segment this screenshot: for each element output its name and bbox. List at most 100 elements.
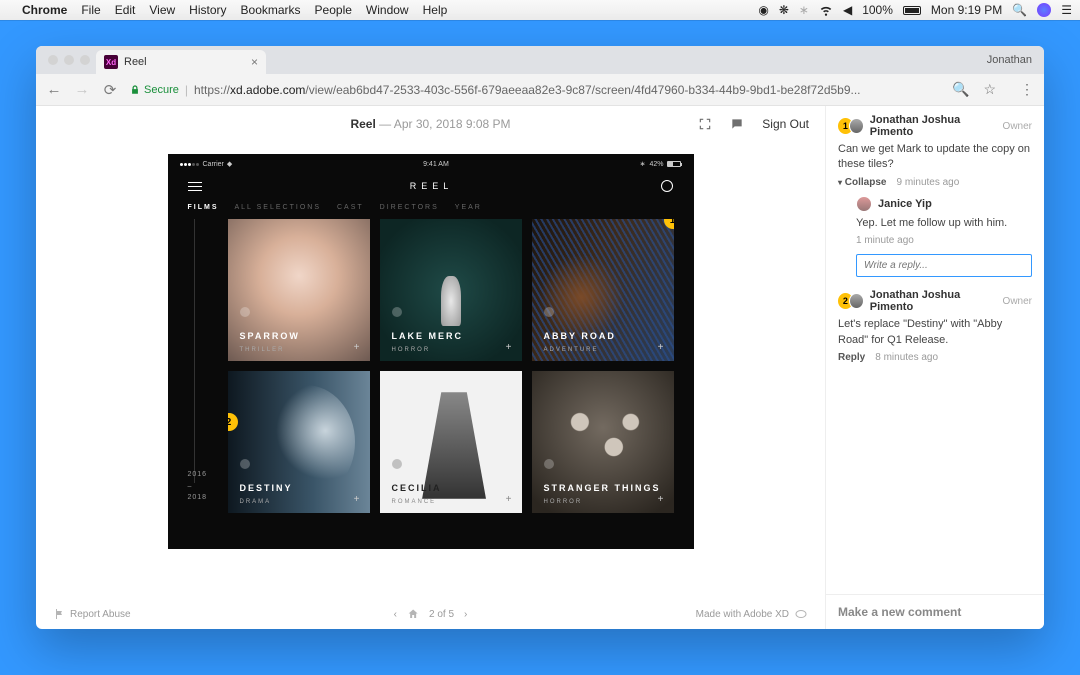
caret-down-icon: ▾: [838, 178, 842, 187]
menu-edit[interactable]: Edit: [115, 3, 136, 17]
menu-file[interactable]: File: [81, 3, 100, 17]
nav-all[interactable]: ALL SELECTIONS: [235, 204, 322, 211]
add-icon[interactable]: +: [354, 494, 360, 505]
next-page-button[interactable]: ›: [464, 609, 467, 620]
avatar: [849, 293, 864, 309]
collapse-button[interactable]: ▾ Collapse: [838, 177, 886, 188]
tab-close-icon[interactable]: ×: [251, 55, 258, 69]
nav-cast[interactable]: CAST: [337, 204, 364, 211]
menubar-app[interactable]: Chrome: [22, 3, 67, 17]
nav-year[interactable]: YEAR: [455, 204, 482, 211]
add-icon[interactable]: +: [354, 342, 360, 353]
commenter-name: Janice Yip: [878, 198, 932, 210]
main-panel: Reel — Apr 30, 2018 9:08 PM Sign Out Car…: [36, 106, 826, 629]
xd-favicon: Xd: [104, 55, 118, 69]
bookmark-star-icon[interactable]: ☆: [983, 81, 996, 98]
new-comment-button[interactable]: Make a new comment: [826, 594, 1044, 629]
add-icon[interactable]: +: [506, 494, 512, 505]
secure-badge: Secure: [130, 84, 179, 96]
film-tile[interactable]: DESTINYDRAMA+ 2: [228, 371, 370, 513]
prev-page-button[interactable]: ‹: [394, 609, 397, 620]
bluetooth-icon[interactable]: ∗: [799, 3, 809, 17]
avatar: [849, 118, 864, 134]
flag-icon: [54, 608, 66, 620]
artboard: Carrier ◆ 9:41 AM ∗ 42% REEL: [168, 154, 694, 549]
main-footer: Report Abuse ‹ 2 of 5 › Made with Adobe …: [36, 599, 825, 629]
wifi-icon[interactable]: [819, 3, 833, 17]
commenter-role: Owner: [1003, 296, 1032, 307]
page-indicator: 2 of 5: [429, 609, 454, 620]
add-icon[interactable]: +: [506, 342, 512, 353]
comment-time: 1 minute ago: [856, 235, 914, 246]
comment-text: Can we get Mark to update the copy on th…: [838, 142, 1032, 173]
xd-badge-icon: [795, 608, 807, 620]
signout-link[interactable]: Sign Out: [762, 117, 809, 131]
chrome-profile[interactable]: Jonathan: [987, 46, 1032, 74]
menubar-clock[interactable]: Mon 9:19 PM: [931, 3, 1002, 17]
fullscreen-icon[interactable]: [698, 117, 712, 131]
spotlight-icon[interactable]: 🔍: [1012, 3, 1027, 17]
reload-button[interactable]: ⟳: [102, 81, 118, 99]
menu-help[interactable]: Help: [423, 3, 448, 17]
report-abuse-link[interactable]: Report Abuse: [70, 609, 131, 620]
tab-title: Reel: [124, 56, 147, 68]
comment-thread: 2 Jonathan Joshua Pimento Owner Let's re…: [838, 289, 1032, 363]
evernote-icon[interactable]: ❋: [779, 3, 789, 17]
commenter-name: Jonathan Joshua Pimento: [870, 114, 997, 138]
omnibox[interactable]: Secure | https://xd.adobe.com/view/eab6b…: [130, 83, 940, 97]
battery-small-icon: [667, 161, 681, 167]
tray-icon[interactable]: ◉: [758, 3, 768, 17]
hamburger-icon[interactable]: [188, 182, 202, 191]
forward-button[interactable]: →: [74, 81, 90, 98]
comments-panel: 1 Jonathan Joshua Pimento Owner Can we g…: [826, 106, 1044, 629]
menu-history[interactable]: History: [189, 3, 226, 17]
film-tile[interactable]: STRANGER THINGSHORROR+: [532, 371, 674, 513]
search-circle-icon[interactable]: [661, 180, 673, 192]
home-icon[interactable]: [407, 608, 419, 620]
comment-time: 9 minutes ago: [896, 177, 959, 188]
xd-topbar: Reel — Apr 30, 2018 9:08 PM Sign Out: [36, 106, 825, 142]
nav-films[interactable]: FILMS: [188, 204, 219, 211]
tab-bar: Xd Reel × Jonathan: [36, 46, 1044, 74]
battery-icon[interactable]: [903, 6, 921, 15]
notification-center-icon[interactable]: ☰: [1061, 3, 1072, 17]
made-with-label: Made with Adobe XD: [696, 609, 789, 620]
url-text: https://xd.adobe.com/view/eab6bd47-2533-…: [194, 83, 861, 97]
nav-directors[interactable]: DIRECTORS: [380, 204, 439, 211]
menu-people[interactable]: People: [315, 3, 352, 17]
comment-text: Let's replace "Destiny" with "Abby Road"…: [838, 317, 1032, 348]
chrome-menu-icon[interactable]: ⋮: [1020, 81, 1034, 98]
menu-bookmarks[interactable]: Bookmarks: [241, 3, 301, 17]
zoom-icon[interactable]: 🔍: [952, 81, 969, 98]
app-brand: REEL: [410, 181, 454, 191]
bluetooth-small-icon: ∗: [640, 160, 646, 168]
commenter-role: Owner: [1003, 121, 1032, 132]
window-controls[interactable]: [44, 46, 96, 74]
add-icon[interactable]: +: [658, 494, 664, 505]
signal-icon: [180, 161, 200, 168]
reply-button[interactable]: Reply: [838, 352, 865, 363]
device-time: 9:41 AM: [423, 161, 449, 168]
film-tile[interactable]: SPARROWTHRILLER+: [228, 219, 370, 361]
avatar: [856, 196, 872, 212]
comment-time: 8 minutes ago: [875, 352, 938, 363]
siri-icon[interactable]: [1037, 3, 1051, 17]
menu-window[interactable]: Window: [366, 3, 409, 17]
carrier-label: Carrier: [203, 161, 224, 168]
add-icon[interactable]: +: [658, 342, 664, 353]
comment-thread: 1 Jonathan Joshua Pimento Owner Can we g…: [838, 114, 1032, 277]
browser-window: Xd Reel × Jonathan ← → ⟳ Secure | https:…: [36, 46, 1044, 629]
year-from: 2016: [188, 469, 208, 480]
film-tile[interactable]: CECILIAROMANCE+: [380, 371, 522, 513]
reply-input[interactable]: [856, 254, 1032, 277]
film-tile[interactable]: LAKE MERCHORROR+: [380, 219, 522, 361]
film-tile[interactable]: ABBY ROADADVENTURE+ 1: [532, 219, 674, 361]
comments-icon[interactable]: [730, 117, 744, 131]
back-button[interactable]: ←: [46, 81, 62, 98]
menu-view[interactable]: View: [149, 3, 175, 17]
volume-icon[interactable]: ◀: [843, 3, 852, 17]
doc-title: Reel: [350, 117, 375, 131]
lock-icon: [130, 85, 140, 95]
timeline-rail: 2016 – 2018: [188, 219, 218, 513]
browser-tab[interactable]: Xd Reel ×: [96, 50, 266, 74]
